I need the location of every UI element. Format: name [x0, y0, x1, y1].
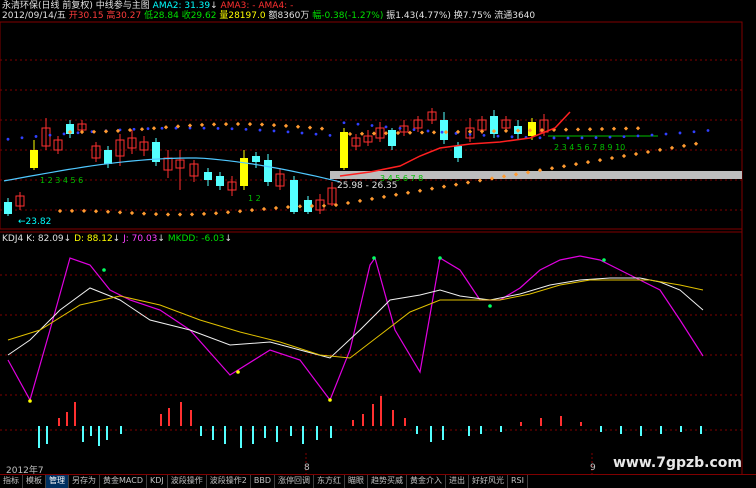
ohlc-info-bar: 2012/09/14/五 开30.15 高30.27 低28.84 收29.62… [2, 11, 535, 22]
tab-15[interactable]: 好好风光 [469, 475, 508, 488]
kdj-info-bar: KDJ4 K: 82.09↓ D: 88.12↓ J: 70.03↓ MKDD:… [2, 234, 232, 245]
close-value: 收29.62 [181, 11, 217, 21]
indicator-tab-bar: 指标 模板 管理 另存为 黄金MACD KDJ 波段操作 波段操作2 BBD 涨停回调 东方红 瞄眼趋… [0, 474, 756, 488]
amplitude-value: 振1.43(4.77%) [386, 11, 451, 21]
tab-9[interactable]: 涨停回调 [275, 475, 314, 488]
tab-7[interactable]: 波段操作2 [207, 475, 251, 488]
tab-13[interactable]: 黄金介入 [407, 475, 446, 488]
d-arrow: ↓ [112, 234, 121, 244]
low-price-label: ←23.82 [18, 217, 51, 227]
j-arrow: ↓ [157, 234, 165, 244]
ma-line-red [339, 111, 571, 177]
count-label-3: 3 4 5 6 7 8 [380, 174, 423, 183]
tab-2[interactable]: 管理 [46, 475, 69, 488]
k-line [7, 277, 704, 359]
tab-16[interactable]: RSI [508, 475, 528, 488]
d-value: D: 88.12 [74, 234, 113, 244]
kdj-name: KDJ4 [2, 234, 24, 244]
tab-0[interactable]: 指标 [0, 475, 23, 488]
kdj-signal-dots [28, 256, 606, 403]
count-label-4: 2 3 4 5 6 7 8 9 10 [554, 143, 625, 152]
mkdd-arrow: ↓ [224, 234, 233, 244]
float-value: 流通3640 [494, 11, 536, 21]
k-value: K: 82.09 [26, 234, 64, 244]
indicator-name: 中线参与主图 [95, 1, 150, 11]
count-label-2: 1 2 [248, 194, 261, 203]
tab-6[interactable]: 波段操作 [168, 475, 207, 488]
x-label-aug: 8 [304, 463, 310, 473]
stock-name: 永清环保(日线 前复权) [2, 1, 93, 11]
kdj-histogram [38, 396, 702, 448]
ama4-value: AMA4: - [258, 1, 294, 11]
j-value: J: 70.03 [123, 234, 158, 244]
count-label-1: 1 2 3 4 5 6 [40, 176, 83, 185]
turnover-value: 换7.75% [453, 11, 492, 21]
mkdd-value: MKDD: -6.03 [167, 234, 225, 244]
ama2-value: AMA2: 31.39 [152, 1, 211, 11]
low-value: 低28.84 [144, 11, 179, 21]
tab-8[interactable]: BBD [251, 475, 275, 488]
volume-value: 量28197.0 [219, 11, 266, 21]
tab-5[interactable]: KDJ [147, 475, 168, 488]
high-value: 高30.27 [106, 11, 142, 21]
tab-3[interactable]: 另存为 [69, 475, 100, 488]
k-arrow: ↓ [63, 234, 72, 244]
tab-10[interactable]: 东方红 [314, 475, 345, 488]
date-label: 2012/09/14/五 [2, 11, 66, 21]
tab-12[interactable]: 趋势买威 [368, 475, 407, 488]
tab-4[interactable]: 黄金MACD [100, 475, 147, 488]
open-value: 开30.15 [68, 11, 104, 21]
tab-1[interactable]: 模板 [23, 475, 46, 488]
grid-lines [0, 59, 742, 431]
tab-11[interactable]: 瞄眼 [345, 475, 368, 488]
change-value: 幅-0.38(-1.27%) [312, 11, 384, 21]
candlesticks [4, 108, 549, 216]
j-line [7, 255, 704, 402]
watermark-text: www.7gpzb.com [612, 455, 742, 471]
ama3-value: AMA3: - [220, 1, 256, 11]
ama2-arrow: ↓ [210, 1, 218, 11]
tab-14[interactable]: 进出 [446, 475, 469, 488]
amount-value: 额8360万 [268, 11, 310, 21]
x-label-sep: 9 [590, 463, 596, 473]
